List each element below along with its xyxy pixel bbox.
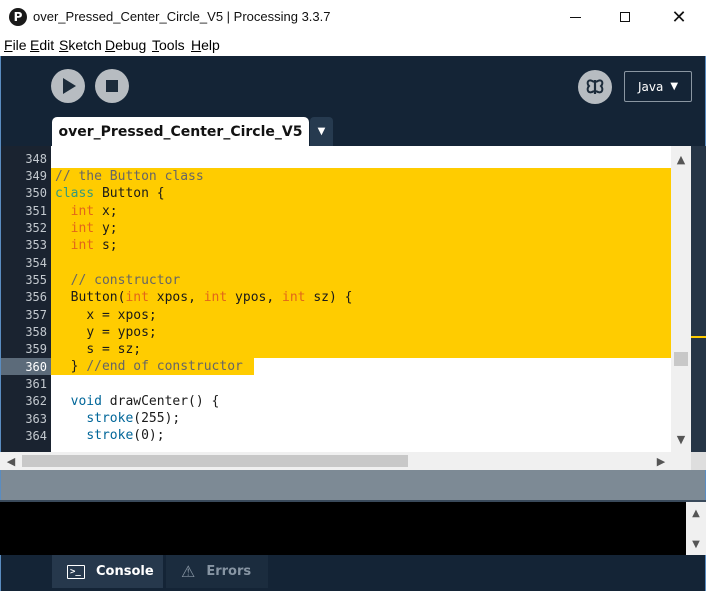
menu-file[interactable]: File — [4, 37, 27, 53]
stop-button[interactable] — [95, 69, 129, 103]
code-line: class Button { — [55, 186, 165, 201]
close-icon: ✕ — [671, 6, 687, 28]
mode-label: Java — [637, 79, 664, 94]
horizontal-scroll-thumb[interactable] — [22, 455, 408, 467]
line-number: 349 — [25, 169, 47, 183]
vertical-scroll-thumb[interactable] — [674, 352, 688, 366]
scroll-left-icon[interactable]: ◀ — [2, 452, 20, 470]
code-line: int s; — [70, 238, 118, 253]
line-number: 350 — [25, 186, 47, 200]
line-number: 361 — [25, 377, 47, 391]
line-number: 358 — [25, 325, 47, 339]
line-number: 363 — [25, 412, 47, 426]
mode-select[interactable]: Java ▼ — [624, 71, 692, 102]
stop-icon — [106, 80, 118, 92]
selection-marker — [691, 336, 706, 338]
error-marker-rail — [691, 146, 706, 452]
code-line: } //end of constructor — [70, 359, 243, 374]
tab-console-label: Console — [96, 564, 154, 579]
tab-console[interactable]: >_ Console — [52, 555, 163, 588]
code-editor[interactable]: 348 349 350 351 352 353 354 355 356 357 … — [0, 146, 706, 470]
minimize-button[interactable] — [552, 0, 598, 34]
scroll-up-icon[interactable]: ▲ — [671, 150, 691, 168]
line-number-current: 360 — [25, 360, 47, 374]
run-button[interactable] — [51, 69, 85, 103]
processing-app-icon: P — [9, 8, 27, 26]
scroll-down-icon[interactable]: ▼ — [686, 536, 706, 552]
code-line: s = sz; — [86, 342, 142, 357]
code-line: stroke(0); — [86, 428, 165, 443]
footer-tabs: >_ Console ⚠ Errors — [0, 555, 706, 591]
status-bar — [0, 470, 706, 500]
maximize-button[interactable] — [602, 0, 648, 34]
menu-sketch[interactable]: Sketch — [59, 37, 102, 53]
line-number: 351 — [25, 204, 47, 218]
code-line: // constructor — [70, 273, 181, 288]
menu-tools[interactable]: Tools — [152, 37, 185, 53]
tab-errors[interactable]: ⚠ Errors — [166, 555, 268, 588]
toolbar: Java ▼ over_Pressed_Center_Circle_V5 ▼ — [0, 56, 706, 146]
butterfly-icon — [586, 79, 604, 94]
debugger-button[interactable] — [578, 70, 612, 104]
code-line: // the Button class — [55, 169, 204, 184]
console-icon: >_ — [67, 564, 85, 579]
console-output[interactable]: ▲ ▼ — [0, 500, 706, 555]
menu-help[interactable]: Help — [191, 37, 220, 53]
code-line: int x; — [70, 204, 118, 219]
line-number: 355 — [25, 273, 47, 287]
window-title: over_Pressed_Center_Circle_V5 | Processi… — [33, 9, 331, 24]
line-number: 357 — [25, 308, 47, 322]
horizontal-scrollbar[interactable]: ◀ ▶ — [0, 452, 691, 470]
code-line: void drawCenter() { — [70, 394, 220, 409]
tab-errors-label: Errors — [206, 564, 252, 579]
console-scrollbar[interactable]: ▲ ▼ — [686, 502, 706, 555]
tab-sketch[interactable]: over_Pressed_Center_Circle_V5 — [52, 117, 309, 146]
code-line: y = ypos; — [86, 325, 157, 340]
line-number: 362 — [25, 394, 47, 408]
line-number: 352 — [25, 221, 47, 235]
code-line: Button(int xpos, int ypos, int sz) { — [70, 290, 353, 305]
warning-icon: ⚠ — [181, 562, 196, 581]
scroll-corner — [691, 452, 706, 470]
title-bar: P over_Pressed_Center_Circle_V5 | Proces… — [0, 0, 706, 35]
line-number-gutter: 348 349 350 351 352 353 354 355 356 357 … — [0, 146, 52, 452]
line-number: 364 — [25, 429, 47, 443]
code-area[interactable]: // the Button class class Button { int x… — [51, 146, 671, 452]
chevron-down-icon: ▼ — [670, 81, 679, 92]
vertical-scrollbar[interactable]: ▲ ▼ — [671, 146, 691, 452]
code-line: int y; — [70, 221, 118, 236]
minimize-icon — [569, 16, 581, 18]
close-button[interactable]: ✕ — [656, 0, 702, 34]
line-number: 359 — [25, 342, 47, 356]
maximize-icon — [620, 12, 630, 22]
play-icon — [63, 78, 76, 94]
line-number: 354 — [25, 256, 47, 270]
menu-debug[interactable]: Debug — [105, 37, 146, 53]
menu-edit[interactable]: Edit — [30, 37, 54, 53]
menu-bar: File Edit Sketch Debug Tools Help — [0, 34, 706, 56]
scroll-right-icon[interactable]: ▶ — [652, 452, 670, 470]
line-number: 353 — [25, 238, 47, 252]
tab-menu-button[interactable]: ▼ — [310, 117, 333, 146]
scroll-up-icon[interactable]: ▲ — [686, 505, 706, 521]
code-line: x = xpos; — [86, 308, 157, 323]
line-number: 356 — [25, 290, 47, 304]
line-number: 348 — [25, 152, 47, 166]
code-line: stroke(255); — [86, 411, 181, 426]
scroll-down-icon[interactable]: ▼ — [671, 430, 691, 448]
